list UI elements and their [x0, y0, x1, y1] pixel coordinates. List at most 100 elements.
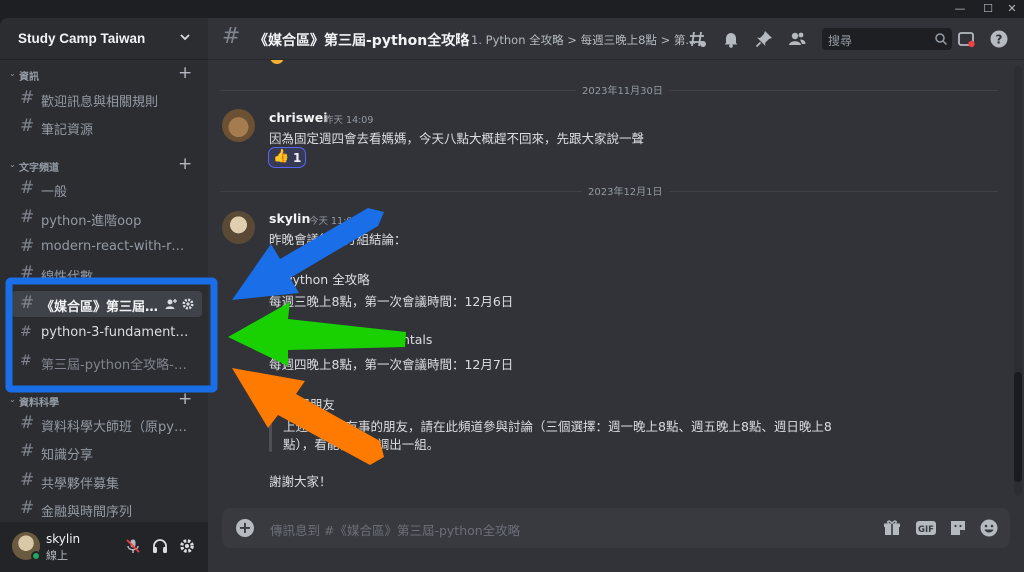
channel-notes[interactable]: # 筆記資源: [12, 114, 202, 140]
date-divider: 2023年11月30日: [220, 82, 998, 97]
category-text-channels[interactable]: ⌄ 文字頻道 +: [0, 154, 208, 175]
hash-icon: #: [20, 293, 35, 313]
channel-label: python-3-fundamentals: [41, 325, 191, 340]
channel-sidebar: Study Camp Taiwan ⌄ 資訊 + # 歡迎訊息與相關規則 # 筆…: [0, 18, 208, 572]
message-text: 昨晚會議後的分組結論：: [269, 232, 407, 247]
hash-icon: #: [20, 263, 35, 279]
add-attachment-icon[interactable]: +: [236, 519, 254, 537]
window-titlebar: — ☐ ✕: [0, 0, 1024, 18]
headphones-icon[interactable]: [151, 537, 169, 555]
channel-data-science-master[interactable]: # 資料科學大師班（原python資料分析）: [12, 411, 202, 437]
channel-label: 共學夥伴募集: [41, 477, 120, 492]
avatar[interactable]: [222, 109, 255, 142]
sticker-icon[interactable]: [948, 518, 968, 538]
channel-modern-react[interactable]: # modern-react-with-redux: [12, 234, 202, 260]
message-text: 上述時間都有事的朋友，請在此頻道參與討論（三個選擇：週一晚上8點、週五晚上8點、…: [283, 419, 832, 434]
channel-welcome[interactable]: # 歡迎訊息與相關規則: [12, 86, 202, 112]
quote-bar: [269, 414, 272, 452]
hash-icon: #: [20, 441, 35, 461]
bell-icon[interactable]: [721, 29, 741, 49]
channel-python-oop[interactable]: # python-進階oop: [12, 205, 202, 231]
add-channel-icon[interactable]: +: [178, 63, 192, 83]
emoji-icon[interactable]: [979, 518, 999, 538]
message-author[interactable]: skylin: [269, 211, 310, 226]
category-label: 文字頻道: [19, 163, 59, 174]
category-data-science[interactable]: ⌄ 資料科學 +: [0, 389, 208, 410]
channel-knowledge-share[interactable]: # 知識分享: [12, 439, 202, 465]
chevron-down-icon: ⌄: [9, 69, 16, 78]
thread-hash-icon: #: [20, 324, 32, 340]
channel-header: # 《媒合區》第三屆-python全攻略 1. Python 全攻略 > 每週三…: [208, 18, 1024, 60]
channel-general[interactable]: # 一般: [12, 176, 202, 202]
settings-gear-icon[interactable]: [178, 537, 196, 555]
channel-label: 金融與時間序列: [41, 505, 133, 520]
channel-label: 第三屆-python全攻略-每週三晚上8點: [41, 358, 191, 373]
maximize-icon[interactable]: ☐: [976, 0, 1000, 18]
svg-text:?: ?: [996, 33, 1003, 47]
hash-icon: #: [20, 88, 35, 108]
date-divider: 2023年12月1日: [220, 183, 998, 198]
hash-icon: #: [20, 207, 35, 227]
search-icon: [935, 33, 948, 46]
search-input[interactable]: 搜尋: [822, 28, 952, 50]
invite-user-icon[interactable]: [164, 297, 178, 311]
message-text: 每週三晚上8點，第一次會議時間：12月6日: [269, 294, 514, 309]
minimize-icon[interactable]: —: [948, 0, 972, 18]
channel-label: 筆記資源: [41, 123, 94, 138]
category-info[interactable]: ⌄ 資訊 +: [0, 63, 208, 84]
channel-study-partners[interactable]: # 共學夥伴募集: [12, 468, 202, 494]
message-text: 點），看能否再協調出一組。: [283, 437, 440, 452]
message-author[interactable]: chriswei: [269, 110, 328, 125]
inbox-icon[interactable]: [956, 29, 976, 49]
gear-icon[interactable]: [181, 297, 195, 311]
category-label: 資料科學: [19, 398, 59, 409]
category-label: 資訊: [19, 72, 39, 83]
gift-icon[interactable]: [882, 518, 902, 538]
close-icon[interactable]: ✕: [1000, 0, 1024, 18]
hash-icon: #: [20, 116, 35, 136]
message-list: 2023年11月30日 chriswei 昨天 14:09 因為固定週四會去看媽…: [208, 60, 1024, 572]
message-text: 因為固定週四會去看媽媽，今天八點大概趕不回來，先跟大家說一聲: [269, 131, 645, 146]
add-channel-icon[interactable]: +: [178, 154, 192, 174]
message-text: 3. 待組朋友: [269, 397, 335, 412]
gif-icon[interactable]: GIF: [915, 518, 937, 538]
channel-label: modern-react-with-redux: [41, 239, 191, 254]
message-text: 每週四晚上8點，第一次會議時間：12月7日: [269, 357, 514, 372]
hash-icon: #: [20, 178, 35, 198]
pin-icon[interactable]: [754, 29, 774, 49]
message-text: 1. Python 全攻略: [269, 272, 370, 287]
channel-label: 知識分享: [41, 448, 94, 463]
message-text: 2. Python 3 Fundamentals: [269, 332, 433, 347]
date-label: 2023年12月1日: [582, 183, 669, 198]
avatar[interactable]: [222, 211, 255, 244]
server-name: Study Camp Taiwan: [18, 31, 146, 46]
reaction-button[interactable]: 👍 1: [268, 147, 306, 168]
channel-topic[interactable]: 1. Python 全攻略 > 每週三晚上8點 > 第...: [471, 32, 696, 48]
channel-label: 資料科學大師班（原python資料分析）: [41, 420, 191, 435]
hash-icon: #: [20, 236, 35, 256]
scrollbar-thumb[interactable]: [1014, 372, 1022, 482]
channel-python-3-fundamentals[interactable]: # python-3-fundamentals: [12, 320, 202, 346]
channel-python-full-guide[interactable]: # 第三屆-python全攻略-每週三晚上8點: [12, 349, 202, 375]
chevron-down-icon: [180, 34, 190, 41]
chevron-down-icon: ⌄: [9, 395, 16, 404]
threads-icon[interactable]: [688, 29, 708, 49]
divider: [460, 30, 461, 48]
channel-finance-timeseries[interactable]: # 金融與時間序列: [12, 496, 202, 522]
help-icon[interactable]: ?: [989, 29, 1009, 49]
search-placeholder: 搜尋: [828, 34, 853, 48]
microphone-muted-icon[interactable]: [124, 537, 142, 555]
channel-matching-zone[interactable]: # 《媒合區》第三屆-python全攻略: [12, 291, 202, 317]
add-channel-icon[interactable]: +: [178, 389, 192, 409]
member-list-icon[interactable]: [787, 29, 807, 49]
chevron-down-icon: ⌄: [9, 160, 16, 169]
hash-icon: #: [20, 413, 35, 433]
channel-linear-algebra[interactable]: # 線性代數: [12, 261, 202, 279]
channel-label: 線性代數: [41, 270, 94, 279]
channel-title: 《媒合區》第三屆-python全攻略: [254, 33, 470, 49]
server-header[interactable]: Study Camp Taiwan: [0, 18, 208, 60]
message-composer[interactable]: + 傳訊息到 #《媒合區》第三屆-python全攻略 GIF: [222, 508, 1010, 548]
reaction-count: 1: [293, 151, 302, 165]
message-text: 謝謝大家！: [269, 474, 332, 489]
message-timestamp: 昨天 14:09: [324, 115, 374, 126]
